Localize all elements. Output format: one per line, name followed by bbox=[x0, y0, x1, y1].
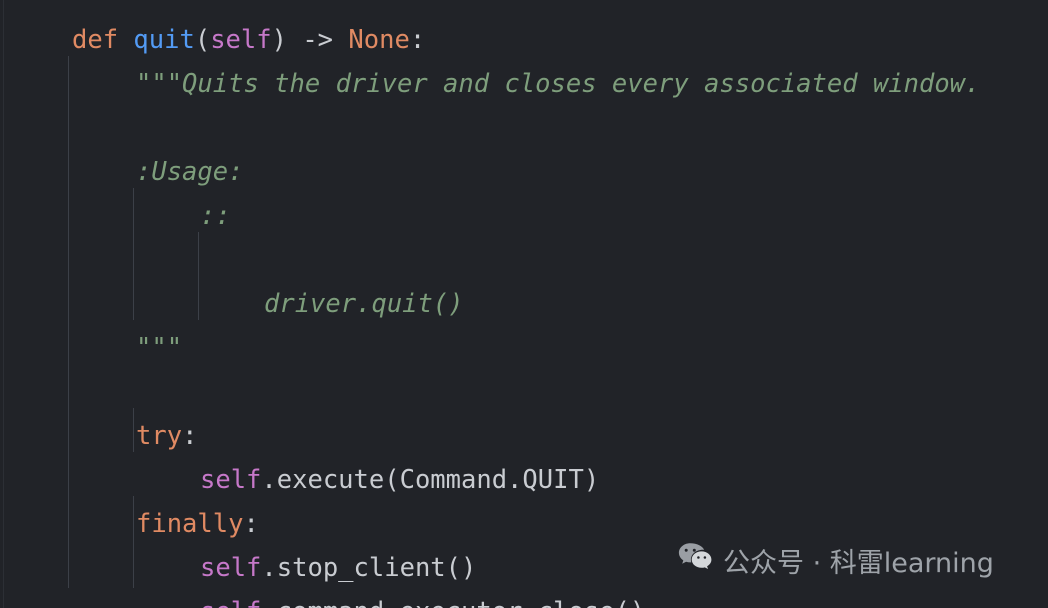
code-token-punct: : bbox=[182, 421, 198, 451]
code-token-doc: :: bbox=[200, 201, 231, 231]
code-token-punct: ( bbox=[194, 25, 211, 55]
wechat-icon bbox=[678, 542, 712, 579]
code-line[interactable] bbox=[0, 106, 1048, 150]
code-token-kw: None bbox=[348, 25, 410, 55]
code-token-doc: """Quits the driver and closes every ass… bbox=[136, 69, 981, 99]
code-line[interactable]: :: bbox=[0, 194, 1048, 238]
code-token-plain: .stop_client() bbox=[261, 553, 477, 583]
code-line[interactable]: :Usage: bbox=[0, 150, 1048, 194]
code-editor-screenshot: def quit(self) -> None: """Quits the driv… bbox=[0, 0, 1048, 608]
code-token-kw: finally bbox=[136, 509, 244, 539]
code-token-self: self bbox=[200, 597, 261, 608]
code-token-self: self bbox=[200, 465, 262, 495]
code-line[interactable] bbox=[0, 238, 1048, 282]
code-token-doc: :Usage: bbox=[136, 157, 244, 187]
code-token-doc: driver.quit() bbox=[264, 289, 464, 319]
code-token-fn: quit bbox=[133, 25, 195, 55]
watermark-text: 公众号 · 科雷learning bbox=[723, 548, 994, 579]
code-line[interactable]: """Quits the driver and closes every ass… bbox=[0, 62, 1048, 106]
code-line[interactable]: finally: bbox=[0, 502, 1048, 546]
code-line[interactable]: """ bbox=[0, 326, 1048, 370]
code-token-doc: """ bbox=[136, 333, 183, 363]
code-line[interactable]: try: bbox=[0, 414, 1048, 458]
code-line[interactable]: driver.quit() bbox=[0, 282, 1048, 326]
code-token-kw: try bbox=[136, 421, 183, 451]
code-token-plain: .command_executor.close() bbox=[261, 597, 645, 608]
code-token-plain: .execute(Command.QUIT) bbox=[261, 465, 600, 495]
code-line[interactable]: self.command_executor.close() bbox=[0, 590, 1048, 608]
watermark: 公众号 · 科雷learning bbox=[678, 541, 994, 580]
code-token-punct: ) -> bbox=[271, 25, 349, 55]
code-token-punct: : bbox=[409, 25, 426, 55]
code-line[interactable]: def quit(self) -> None: bbox=[0, 18, 1048, 62]
code-line[interactable] bbox=[0, 370, 1048, 414]
code-token-self: self bbox=[210, 25, 272, 55]
code-token-kw: def bbox=[72, 25, 119, 55]
code-token-punct: : bbox=[243, 509, 259, 539]
code-token-self: self bbox=[200, 553, 262, 583]
code-line[interactable]: self.execute(Command.QUIT) bbox=[0, 458, 1048, 502]
